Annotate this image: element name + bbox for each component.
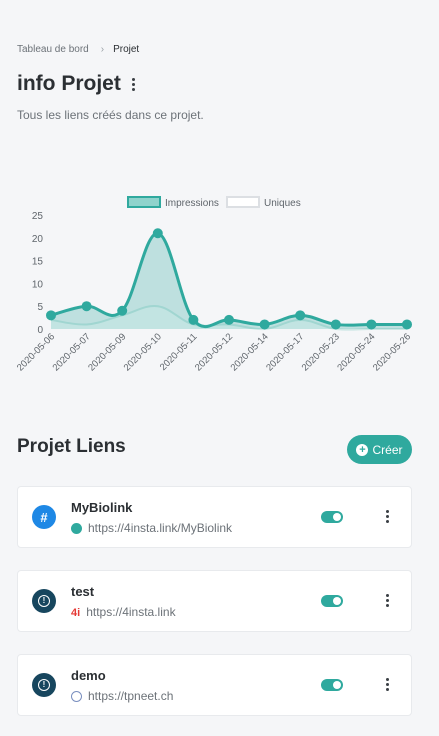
alert-icon: ! (32, 589, 56, 613)
link-enabled-toggle[interactable] (321, 679, 343, 691)
breadcrumb-home-link[interactable]: Tableau de bord (17, 44, 89, 55)
data-point-impressions (81, 301, 92, 312)
link-enabled-toggle[interactable] (321, 511, 343, 523)
y-tick-label: 10 (32, 279, 44, 290)
link-card[interactable]: # MyBiolink https://4insta.link/MyBiolin… (17, 486, 412, 548)
link-url[interactable]: https://tpneet.ch (88, 689, 173, 703)
legend-swatch (226, 196, 260, 208)
favicon-4insta-icon: 4i (71, 606, 81, 619)
data-point-impressions (224, 314, 234, 325)
page-subtitle: Tous les liens créés dans ce projet. (17, 108, 204, 122)
link-card[interactable]: ! test 4i https://4insta.link (17, 570, 412, 632)
link-name[interactable]: test (71, 584, 94, 599)
page-title: info Projet (17, 72, 135, 96)
link-name[interactable]: MyBiolink (71, 500, 132, 515)
legend-swatch (127, 196, 161, 208)
globe-icon (71, 690, 82, 702)
series-line-impressions (50, 231, 407, 329)
data-point-impressions (46, 310, 56, 321)
link-url-row: 4i https://4insta.link (71, 605, 176, 619)
breadcrumb: Tableau de bord › Projet (17, 44, 139, 55)
data-point-impressions (259, 319, 270, 330)
link-url-row: https://tpneet.ch (71, 689, 173, 703)
link-enabled-toggle[interactable] (321, 595, 343, 607)
create-link-button[interactable]: + Créer (347, 435, 412, 464)
link-url[interactable]: https://4insta.link (86, 605, 175, 619)
breadcrumb-current: Projet (113, 44, 140, 55)
link-url[interactable]: https://4insta.link/MyBiolink (88, 521, 232, 535)
y-tick-label: 20 (32, 234, 44, 245)
links-section-title: Projet Liens (17, 436, 126, 457)
y-tick-label: 25 (32, 211, 44, 222)
link-card[interactable]: ! demo https://tpneet.ch (17, 654, 412, 716)
data-point-impressions (366, 319, 377, 330)
favicon-icon (71, 522, 82, 534)
link-name[interactable]: demo (71, 668, 106, 683)
y-tick-label: 5 (37, 302, 43, 313)
x-tick-label: 2020-05-26 (371, 331, 413, 373)
data-point-impressions (330, 319, 341, 330)
data-point-impressions (152, 228, 163, 239)
data-point-impressions (188, 314, 199, 325)
y-tick-label: 15 (32, 257, 44, 268)
link-options-icon[interactable] (386, 678, 389, 691)
hash-icon: # (32, 505, 56, 529)
data-point-impressions (402, 319, 412, 330)
link-url-row: https://4insta.link/MyBiolink (71, 521, 232, 535)
impressions-chart: Impressions Uniques05101520252020-05-0620… (15, 196, 413, 373)
project-options-icon[interactable] (131, 77, 135, 91)
alert-icon: ! (32, 673, 56, 697)
x-tick-label: 2020-05-10 (122, 331, 164, 373)
create-link-label: Créer (372, 442, 403, 457)
y-tick-label: 0 (37, 325, 43, 336)
data-point-impressions (295, 310, 306, 321)
plus-circle-icon: + (356, 443, 369, 456)
page-title-text: info Projet (17, 72, 121, 95)
legend-label: Impressions (165, 198, 219, 209)
legend-label: Uniques (264, 198, 301, 209)
link-options-icon[interactable] (386, 594, 389, 607)
chevron-right-icon: › (100, 44, 105, 55)
data-point-impressions (117, 305, 128, 316)
link-options-icon[interactable] (386, 510, 389, 523)
